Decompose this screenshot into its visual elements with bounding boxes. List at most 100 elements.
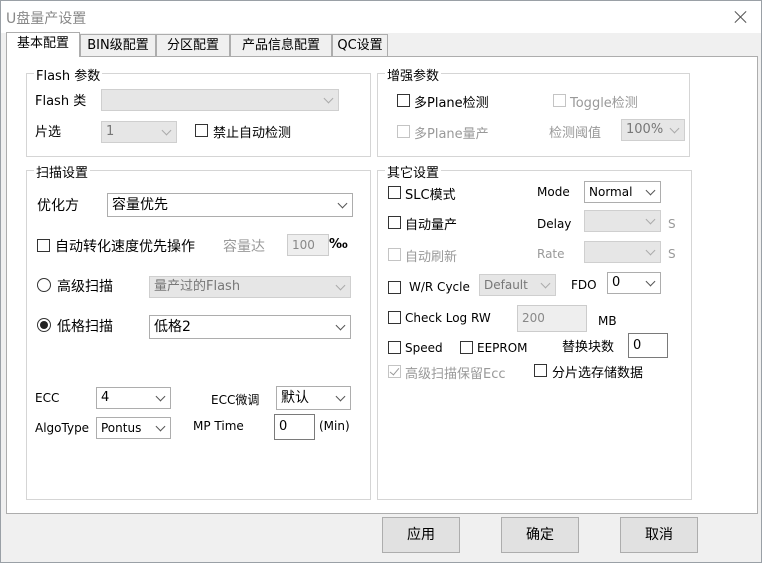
disable-auto-detect-label: 禁止自动检测 [213, 126, 292, 141]
rate-select[interactable] [584, 241, 661, 263]
threshold-select[interactable]: 100% [621, 119, 685, 141]
algo-type-value: Pontus [101, 421, 142, 435]
mp-time-unit: (Min) [319, 419, 350, 433]
chip-select[interactable]: 1 [101, 121, 177, 143]
delay-label: Delay [537, 217, 572, 231]
eeprom-checkbox[interactable] [460, 341, 473, 354]
wr-cycle-select[interactable]: Default [479, 274, 556, 296]
algo-type-select[interactable]: Pontus [96, 417, 171, 439]
delay-select[interactable] [584, 210, 661, 232]
chevron-down-icon [323, 93, 334, 104]
wr-cycle-label: W/R Cycle [409, 280, 470, 294]
chevron-down-icon [645, 245, 656, 256]
chevron-down-icon [155, 391, 166, 402]
check-log-rw-label: Check Log RW [405, 311, 491, 325]
rate-unit: S [668, 247, 676, 261]
lowgrade-scan-value: 低格2 [154, 319, 191, 335]
multi-plane-detect-checkbox[interactable] [397, 94, 410, 107]
ecc-tune-select[interactable]: 默认 [276, 386, 351, 410]
ecc-tune-label: ECC微调 [211, 393, 260, 407]
ecc-value: 4 [101, 390, 110, 405]
advanced-scan-label: 高级扫描 [57, 279, 113, 295]
chip-select-label: 片选 [35, 125, 62, 140]
tab-bin[interactable]: BIN级配置 [80, 34, 156, 56]
cancel-button[interactable]: 取消 [620, 517, 698, 553]
ok-button[interactable]: 确定 [501, 517, 579, 553]
mp-time-label: MP Time [193, 419, 244, 433]
multi-plane-mass-label: 多Plane量产 [414, 127, 489, 142]
slc-mode-checkbox[interactable] [388, 186, 401, 199]
enhance-params-group: 增强参数 [377, 65, 690, 157]
toggle-detect-label: Toggle检测 [570, 96, 638, 111]
auto-speed-checkbox[interactable] [37, 239, 50, 252]
fdo-select[interactable]: 0 [607, 272, 661, 294]
window-title: U盘量产设置 [6, 11, 87, 27]
multi-plane-detect-label: 多Plane检测 [414, 96, 489, 111]
rate-label: Rate [537, 247, 565, 261]
split-store-label: 分片选存储数据 [552, 366, 644, 381]
adv-scan-ecc-label: 高级扫描保留Ecc [405, 367, 506, 382]
flash-type-label: Flash 类 [35, 94, 87, 109]
threshold-label: 检测阈值 [549, 126, 602, 141]
multi-plane-mass-checkbox[interactable] [397, 125, 410, 138]
apply-button[interactable]: 应用 [382, 517, 460, 553]
tab-basic[interactable]: 基本配置 [6, 32, 80, 57]
slc-mode-label: SLC模式 [405, 188, 456, 203]
advanced-scan-radio[interactable] [37, 278, 51, 292]
wr-cycle-checkbox[interactable] [388, 281, 401, 294]
chevron-down-icon [645, 276, 656, 287]
chevron-down-icon [645, 185, 656, 196]
tab-qc[interactable]: QC设置 [332, 34, 388, 56]
chevron-down-icon [155, 421, 166, 432]
check-log-rw-checkbox[interactable] [388, 311, 401, 324]
algo-type-label: AlgoType [35, 421, 90, 435]
ecc-select[interactable]: 4 [96, 387, 171, 409]
auto-mass-label: 自动量产 [405, 218, 458, 233]
mp-time-input[interactable]: 0 [274, 414, 315, 440]
auto-mass-checkbox[interactable] [388, 216, 401, 229]
lowgrade-scan-radio[interactable] [37, 318, 51, 332]
threshold-value: 100% [626, 122, 664, 137]
chevron-down-icon [335, 391, 346, 402]
delay-unit: S [668, 217, 676, 231]
title-bar: U盘量产设置 [1, 1, 761, 33]
mode-select[interactable]: Normal [584, 181, 661, 203]
speed-checkbox[interactable] [388, 341, 401, 354]
chevron-down-icon [540, 278, 551, 289]
close-icon[interactable] [727, 5, 755, 29]
ecc-tune-value: 默认 [281, 390, 309, 406]
chevron-down-icon [669, 123, 680, 134]
wr-cycle-value: Default [484, 278, 528, 292]
ecc-label: ECC [35, 391, 60, 405]
lowgrade-scan-select[interactable]: 低格2 [149, 315, 351, 339]
auto-refresh-checkbox[interactable] [388, 248, 401, 261]
lowgrade-scan-label: 低格扫描 [57, 319, 113, 335]
mode-value: Normal [589, 185, 633, 199]
capacity-input[interactable]: 100 [287, 234, 329, 256]
check-log-rw-unit: MB [598, 314, 617, 328]
other-settings-label: 其它设置 [385, 162, 442, 181]
disable-auto-detect-checkbox[interactable] [195, 124, 208, 137]
replace-blocks-input[interactable]: 0 [628, 333, 668, 358]
optimize-value: 容量优先 [112, 197, 168, 213]
flash-type-select[interactable] [101, 89, 339, 111]
chevron-down-icon [335, 280, 346, 291]
flash-params-label: Flash 参数 [34, 65, 103, 84]
split-store-checkbox[interactable] [534, 364, 547, 377]
tab-partition[interactable]: 分区配置 [156, 34, 230, 56]
permille-label: ‰ [329, 237, 348, 252]
tab-product-info[interactable]: 产品信息配置 [230, 34, 332, 56]
auto-speed-label: 自动转化速度优先操作 [55, 239, 195, 255]
adv-scan-ecc-checkbox[interactable] [388, 365, 401, 378]
toggle-detect-checkbox[interactable] [553, 94, 566, 107]
settings-window: U盘量产设置 基本配置 BIN级配置 分区配置 产品信息配置 QC设置 Flas… [0, 0, 762, 563]
chevron-down-icon [645, 214, 656, 225]
eeprom-label: EEPROM [477, 341, 528, 355]
advanced-scan-select[interactable]: 量产过的Flash [149, 276, 351, 298]
chevron-down-icon [161, 125, 172, 136]
speed-label: Speed [405, 341, 443, 355]
advanced-scan-value: 量产过的Flash [154, 279, 241, 294]
optimize-select[interactable]: 容量优先 [107, 193, 353, 217]
check-log-rw-input[interactable]: 200 [517, 305, 587, 332]
chevron-down-icon [335, 320, 346, 331]
